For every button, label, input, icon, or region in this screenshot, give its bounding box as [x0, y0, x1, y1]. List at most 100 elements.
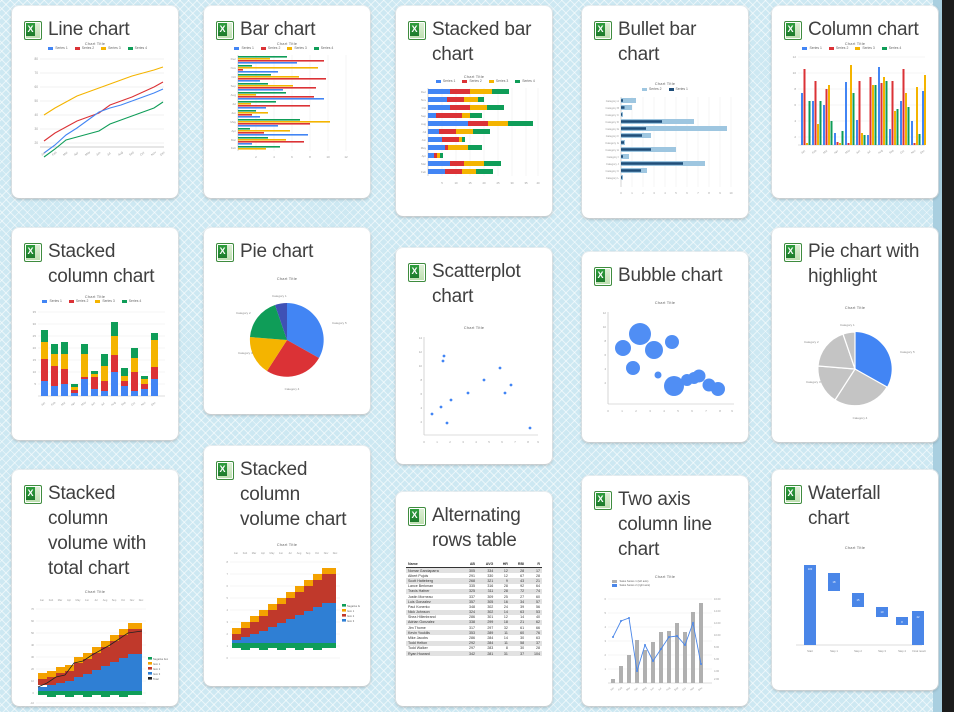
card-waterfall-chart[interactable]: Waterfall chart Chart Title 100 18 15 10… [772, 470, 938, 690]
svg-text:Aug: Aug [421, 122, 426, 126]
table-row: Todd Helton 292 284 11 58 37 [406, 640, 542, 646]
svg-text:Category 1: Category 1 [840, 323, 855, 327]
svg-text:Mar: Mar [625, 686, 631, 692]
svg-text:Aug: Aug [877, 148, 884, 155]
svg-text:4: 4 [664, 191, 666, 195]
svg-text:9: 9 [537, 440, 539, 444]
svg-text:4: 4 [604, 367, 606, 371]
svg-text:Nov: Nov [150, 150, 157, 157]
cell-value: 31 [495, 651, 510, 657]
card-bubble-chart[interactable]: Bubble chart Chart Title 12108 642 [582, 252, 748, 442]
svg-text:Step 2: Step 2 [854, 649, 862, 653]
svg-text:Mar: Mar [58, 598, 63, 602]
card-alternating-rows-table[interactable]: Alternating rows table Name AB AVG HR RB… [396, 492, 552, 706]
card-stacked-column-chart[interactable]: Stacked column chart Series 1 Series 2 S… [12, 228, 178, 440]
svg-text:Item 1: Item 1 [347, 609, 355, 613]
svg-text:40: 40 [34, 113, 38, 117]
card-pie-chart[interactable]: Pie chart Chart Title Category 5 Categor… [204, 228, 370, 414]
svg-text:Aug: Aug [110, 400, 117, 407]
card-title: Pie chart with highlight [808, 241, 920, 287]
svg-text:40: 40 [31, 643, 34, 647]
svg-text:7: 7 [697, 191, 699, 195]
svg-text:Category 4: Category 4 [285, 387, 300, 391]
svg-text:9: 9 [719, 191, 721, 195]
card-stacked-bar-chart[interactable]: Stacked bar chart Series 1 Series 2 Seri… [396, 6, 552, 216]
chart-bubble: Chart Title 12 10 8 642 012 3 4 5 6 7 8 … [582, 290, 748, 440]
svg-text:Dec: Dec [919, 148, 926, 155]
chart-title: Chart Title [84, 589, 106, 594]
svg-text:May: May [421, 146, 427, 150]
svg-text:May: May [230, 120, 236, 124]
svg-text:8: 8 [719, 409, 721, 413]
table-row: Kevin Youkilis 353 289 11 60 76 [406, 630, 542, 636]
svg-text:Jul: Jul [100, 401, 106, 407]
card-scatterplot-chart[interactable]: Scatterplot chart Chart Title 141210 864… [396, 248, 552, 464]
svg-text:10: 10 [419, 364, 423, 368]
svg-text:2: 2 [227, 632, 229, 636]
svg-text:Category I: Category I [607, 155, 620, 159]
svg-text:Apr: Apr [422, 154, 426, 158]
svg-text:Category H: Category H [605, 148, 619, 152]
cell-value: 281 [477, 651, 496, 657]
svg-text:Category 2: Category 2 [804, 340, 819, 344]
table-row: Albert Pujols 291 330 12 67 28 [406, 573, 542, 578]
chart-pie: Chart Title Category 5 Category 4 Catego… [204, 266, 370, 414]
svg-text:25: 25 [33, 334, 37, 338]
svg-text:4: 4 [475, 440, 477, 444]
card-stacked-column-volume-chart[interactable]: Stacked column volume chart Chart Title … [204, 446, 370, 686]
table-row: Travis Hafner 325 311 28 72 74 [406, 588, 542, 594]
svg-text:2.00: 2.00 [714, 677, 720, 681]
svg-text:Sep: Sep [128, 150, 135, 157]
svg-text:Nov: Nov [130, 598, 135, 602]
svg-text:5: 5 [677, 409, 679, 413]
svg-text:Apr: Apr [73, 151, 79, 157]
svg-text:Apr: Apr [261, 551, 265, 555]
waterfall-bars: 100 18 15 10 8 42 [804, 565, 924, 645]
card-title: Bubble chart [618, 265, 723, 286]
card-line-chart[interactable]: Line chart Series 1 Series 2 Series 3 Se… [12, 6, 178, 198]
svg-text:Oct: Oct [681, 686, 687, 692]
svg-text:Jan: Jan [234, 551, 239, 555]
card-stacked-column-volume-total-chart[interactable]: Stacked column volume with total chart C… [12, 470, 178, 706]
svg-text:Dec: Dec [231, 57, 237, 61]
svg-text:Feb: Feb [49, 598, 54, 602]
card-header: Stacked bar chart [396, 6, 552, 69]
svg-text:Mar: Mar [62, 150, 69, 156]
svg-text:1: 1 [227, 644, 229, 648]
svg-text:Dec: Dec [333, 551, 338, 555]
svg-text:0: 0 [607, 409, 609, 413]
card-two-axis-column-line-chart[interactable]: Two axis column line chart Chart Title S… [582, 476, 748, 706]
svg-text:3: 3 [462, 440, 464, 444]
svg-text:5: 5 [227, 596, 229, 600]
card-header: Alternating rows table [396, 492, 552, 555]
card-header: Stacked column volume chart [204, 446, 370, 534]
card-header: Stacked column chart [12, 228, 178, 291]
card-bar-chart[interactable]: Bar chart Series 1 Series 2 Series 3 Ser… [204, 6, 370, 198]
svg-text:5: 5 [488, 440, 490, 444]
svg-text:May: May [80, 400, 87, 407]
svg-text:Nov: Nov [421, 98, 427, 102]
svg-text:Apr: Apr [67, 598, 71, 602]
svg-text:6: 6 [227, 584, 229, 588]
svg-text:12: 12 [419, 350, 423, 354]
chart-scatterplot: Chart Title 14 12 10 864 2 0 1 2 3 4 5 6… [396, 311, 552, 464]
stacked-bar-svg: Dec Nov Oct Sep Aug Jul Jun May Apr Mar Feb 5 10… [421, 88, 540, 185]
svg-text:4: 4 [273, 155, 275, 159]
card-pie-chart-highlight[interactable]: Pie chart with highlight Chart Title Cat… [772, 228, 938, 442]
svg-text:Final result: Final result [912, 649, 925, 653]
chart-title: Chart Title [654, 300, 676, 305]
svg-text:6: 6 [605, 597, 607, 601]
svg-text:2: 2 [255, 155, 257, 159]
card-header: Stacked column volume with total chart [12, 470, 178, 583]
pie-chart-svg: Category 5 Category 4 Category 3 Categor… [236, 294, 347, 391]
excel-icon [408, 21, 426, 40]
svg-text:10: 10 [326, 155, 330, 159]
svg-text:70: 70 [31, 607, 34, 611]
cell-value: 37 [509, 651, 527, 657]
svg-text:Dec: Dec [697, 686, 704, 692]
card-bullet-bar-chart[interactable]: Bullet bar chart Chart Title Series 2 Se… [582, 6, 748, 218]
card-header: Bullet bar chart [582, 6, 748, 69]
svg-text:30: 30 [510, 181, 514, 185]
svg-text:Mar: Mar [252, 551, 257, 555]
card-column-chart[interactable]: Column chart Series 1 Series 2 Series 3 … [772, 6, 938, 198]
